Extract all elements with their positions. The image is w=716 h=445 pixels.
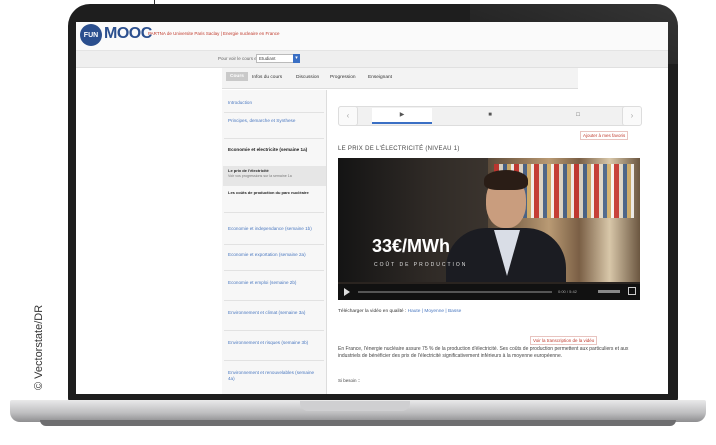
download-video: Télécharger la vidéo en qualité : Haute …	[338, 309, 461, 314]
video-scrubber[interactable]	[358, 291, 552, 293]
chevron-down-icon: ▾	[293, 54, 300, 63]
sidebar-item-exportation[interactable]: Economie et exportation (semaine 2a)	[228, 252, 320, 258]
sidebar-divider	[224, 212, 324, 213]
video-price-caption: COÛT DE PRODUCTION	[374, 262, 468, 268]
sidebar-divider	[224, 270, 324, 271]
video-price-overlay: 33€/MWh	[372, 236, 451, 256]
course-school-title[interactable]: PARTNA de Universite Paris Saclay | Ener…	[148, 31, 280, 36]
tab-infos[interactable]: Infos du cours	[252, 75, 282, 80]
tab-cours[interactable]: Cours	[226, 72, 248, 81]
sequence-prev-button[interactable]: ‹	[338, 106, 358, 126]
video-description: En France, l'énergie nucléaire assure 75…	[338, 346, 629, 359]
sidebar-item-climat[interactable]: Environnement et climat (semaine 3a)	[228, 310, 320, 316]
sidebar-item-introduction[interactable]: Introduction	[228, 100, 300, 106]
photo-credit: © Vectorstate/DR	[33, 304, 45, 390]
video-time: 0:00 / 5:42	[558, 289, 577, 294]
sidebar-item-risques[interactable]: Environnement et risques (semaine 3b)	[228, 340, 320, 346]
sequence-video-tab[interactable]: ▶	[372, 108, 432, 124]
tab-discussion[interactable]: Discussion	[296, 75, 319, 80]
site-header	[76, 22, 668, 51]
bookmark-button[interactable]: Ajouter à mes favoris	[580, 131, 629, 140]
sidebar-divider	[224, 360, 324, 361]
logo-badge[interactable]: FUN	[80, 24, 102, 46]
more-text: Si besoin ::	[338, 378, 361, 383]
sequence-problem-tab[interactable]: ■	[460, 108, 520, 122]
sidebar-item-renouvelables[interactable]: Environnement et renouvelables (semaine …	[228, 370, 320, 382]
laptop-foot	[40, 420, 676, 426]
laptop-notch	[300, 401, 410, 411]
view-as-value: Etudiant	[259, 56, 276, 61]
sidebar-item-progress-note: Voir vos progressions sur la semaine 1a	[228, 174, 292, 178]
sequence-text-tab[interactable]: □	[548, 108, 608, 122]
sidebar-item-independance[interactable]: Economie et independance (semaine 1b)	[228, 226, 320, 232]
download-links[interactable]: Haute | Moyenne | Basse	[408, 309, 462, 314]
sidebar-item-principes[interactable]: Principes, demarche et Synthese	[228, 118, 320, 124]
tab-enseignant[interactable]: Enseignant	[368, 75, 392, 80]
sidebar-section-economie-1a[interactable]: Economie et electricite (semaine 1a)	[228, 147, 320, 153]
course-sidebar	[222, 90, 327, 394]
sidebar-divider	[224, 112, 324, 113]
transcript-link[interactable]: Voir la transcription de la vidéo	[530, 336, 598, 345]
fullscreen-icon[interactable]	[628, 287, 636, 295]
sequence-next-button[interactable]: ›	[622, 106, 642, 126]
sidebar-divider	[224, 330, 324, 331]
download-label: Télécharger la vidéo en qualité :	[338, 309, 407, 314]
logo-text[interactable]: MOOC	[104, 25, 152, 43]
play-icon[interactable]	[344, 288, 350, 296]
tab-progression[interactable]: Progression	[330, 75, 356, 80]
sidebar-divider	[224, 300, 324, 301]
sidebar-divider	[224, 244, 324, 245]
video-presenter-hair	[484, 170, 528, 190]
volume-slider[interactable]	[598, 290, 620, 293]
sidebar-divider	[224, 138, 324, 139]
view-as-select[interactable]: Etudiant ▾	[256, 54, 300, 63]
view-as-bar	[76, 51, 668, 68]
video-title: LE PRIX DE L'ÉLECTRICITÉ (NIVEAU 1)	[338, 146, 460, 152]
sidebar-item-emploi[interactable]: Economie et emploi (semaine 2b)	[228, 280, 320, 286]
sidebar-item-couts[interactable]: Les coûts de production du parc nucléair…	[228, 190, 320, 196]
